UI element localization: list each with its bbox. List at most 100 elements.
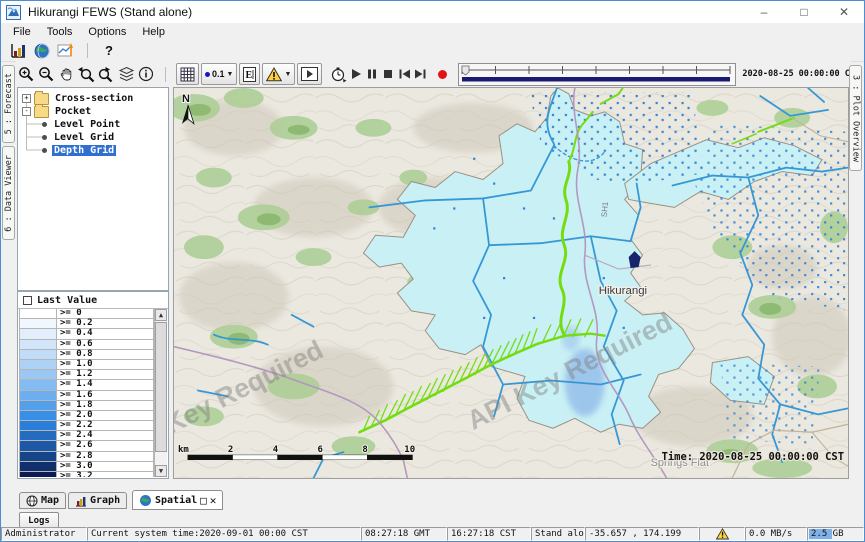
status-warning-cell[interactable]	[699, 527, 745, 541]
shortcut-tab-forecast[interactable]: 5 : Forecast	[2, 65, 15, 143]
expand-icon[interactable]: +	[22, 94, 31, 103]
window-title: Hikurangi FEWS (Stand alone)	[28, 5, 192, 19]
tree-item-label: Cross-section	[53, 93, 135, 104]
application-window: Hikurangi FEWS (Stand alone) – □ ✕ File …	[0, 0, 865, 542]
map-toolbar: 0.1 ▼ E ▼	[16, 61, 851, 87]
scrollbar-thumb[interactable]	[155, 322, 167, 452]
depth-legend-panel: Last Value >= 0 >= 0.2 >= 0.4 >= 0.6 >= …	[17, 291, 169, 479]
close-button[interactable]: ✕	[824, 1, 864, 23]
legend-color-swatch	[19, 421, 57, 431]
menu-tools[interactable]: Tools	[39, 26, 81, 38]
legend-color-swatch	[19, 452, 57, 462]
shortcut-tab-data-viewer[interactable]: 6 : Data Viewer	[2, 146, 15, 240]
help-button[interactable]: ?	[97, 41, 121, 60]
legend-toggle-button[interactable]: E	[239, 63, 260, 85]
scale-unit-label: km	[178, 445, 189, 455]
threshold-chart-icon	[57, 42, 75, 59]
pan-hand-icon	[58, 66, 75, 83]
zoom-out-button[interactable]	[36, 64, 56, 85]
legend-color-swatch	[19, 350, 57, 360]
chevron-down-icon: ▼	[284, 71, 291, 78]
zoom-in-button[interactable]	[16, 64, 36, 85]
record-button[interactable]	[434, 64, 450, 85]
step-forward-button[interactable]	[412, 64, 428, 85]
legend-color-swatch	[19, 462, 57, 472]
menu-help[interactable]: Help	[134, 26, 173, 38]
tree-item-level-point[interactable]: Level Point	[18, 118, 168, 131]
zoom-previous-button[interactable]	[76, 64, 96, 85]
menu-options[interactable]: Options	[80, 26, 134, 38]
record-icon	[437, 69, 448, 80]
globe-icon	[139, 494, 152, 507]
timeline-slider[interactable]	[458, 63, 736, 86]
shortcut-tab-plot-overview[interactable]: 3 : Plot Overview	[849, 65, 862, 171]
animation-settings-button[interactable]	[328, 64, 348, 85]
step-back-button[interactable]	[396, 64, 412, 85]
stop-icon	[382, 68, 394, 80]
globe-icon	[34, 43, 50, 59]
window-controls: – □ ✕	[744, 1, 864, 23]
legend-row[interactable]: >= 3.2	[19, 472, 154, 477]
current-time-display: 2020-08-25 00:00:00 CST	[742, 69, 860, 79]
tab-spatial[interactable]: Spatial □ ✕	[132, 490, 223, 510]
timeline-handle[interactable]	[462, 66, 469, 75]
folder-icon	[34, 106, 49, 118]
status-mode: Stand alone	[531, 527, 585, 541]
maximize-button[interactable]: □	[784, 1, 824, 23]
warnings-dropdown[interactable]: ▼	[262, 63, 295, 85]
legend-row[interactable]: >= 1.4	[19, 380, 154, 390]
tab-restore-icon[interactable]: □	[200, 495, 207, 506]
scroll-up-icon[interactable]: ▲	[155, 309, 167, 321]
contour-interval-dropdown[interactable]: 0.1 ▼	[201, 63, 237, 85]
scale-tick-label: 4	[273, 445, 278, 455]
status-user: Administrator	[1, 527, 87, 541]
layers-button[interactable]	[116, 64, 136, 85]
pan-button[interactable]	[56, 64, 76, 85]
timeline-track	[459, 64, 733, 83]
legend-color-swatch	[19, 401, 57, 411]
data-display-button[interactable]	[6, 41, 30, 60]
app-icon	[6, 5, 21, 20]
animation-window-button[interactable]	[297, 63, 322, 85]
legend-color-swatch	[19, 380, 57, 390]
play-button[interactable]	[348, 64, 364, 85]
legend-color-swatch	[19, 309, 57, 319]
legend-scrollbar[interactable]: ▲ ▼	[154, 309, 167, 477]
bullet-icon	[42, 148, 47, 153]
map-time-overlay: Time: 2020-08-25 00:00:00 CST	[662, 451, 844, 463]
tree-item-depth-grid[interactable]: Depth Grid	[18, 144, 168, 157]
tab-map[interactable]: Map	[19, 492, 66, 509]
legend-row-label: >= 1.4	[57, 380, 154, 390]
bullet-icon	[42, 122, 47, 127]
minimize-button[interactable]: –	[744, 1, 784, 23]
grid-display-button[interactable]	[176, 63, 199, 85]
tab-close-icon[interactable]: ✕	[210, 495, 217, 506]
interval-value: 0.1	[212, 69, 225, 79]
tree-item-pocket[interactable]: - Pocket	[18, 105, 168, 118]
map-display-button[interactable]	[30, 41, 54, 60]
spatial-display-button[interactable]	[54, 41, 78, 60]
stop-button[interactable]	[380, 64, 396, 85]
legend-color-swatch	[19, 391, 57, 401]
main-toolbar: ?	[1, 40, 864, 62]
svg-text:E: E	[246, 70, 253, 81]
legend-row-label: >= 3.2	[57, 472, 154, 477]
map-canvas[interactable]: API Key Required API Key Required Hikura…	[174, 88, 848, 478]
scroll-down-icon[interactable]: ▼	[155, 465, 167, 477]
road-label: SH1	[600, 201, 610, 218]
pause-button[interactable]	[364, 64, 380, 85]
collapse-icon[interactable]: -	[22, 107, 31, 116]
menu-file[interactable]: File	[5, 26, 39, 38]
bullet-icon	[42, 135, 47, 140]
zoom-next-button[interactable]	[96, 64, 116, 85]
tab-graph[interactable]: Graph	[68, 492, 127, 509]
layers-icon	[118, 66, 135, 83]
last-value-checkbox[interactable]	[23, 296, 32, 305]
shortcut-tab-plot-overview-label: 3 : Plot Overview	[851, 75, 861, 162]
legend-color-swatch	[19, 472, 57, 477]
legend-color-swatch	[19, 441, 57, 451]
legend-color-swatch	[19, 329, 57, 339]
info-button[interactable]	[136, 64, 156, 85]
tree-item-level-grid[interactable]: Level Grid	[18, 131, 168, 144]
legend-color-swatch	[19, 411, 57, 421]
